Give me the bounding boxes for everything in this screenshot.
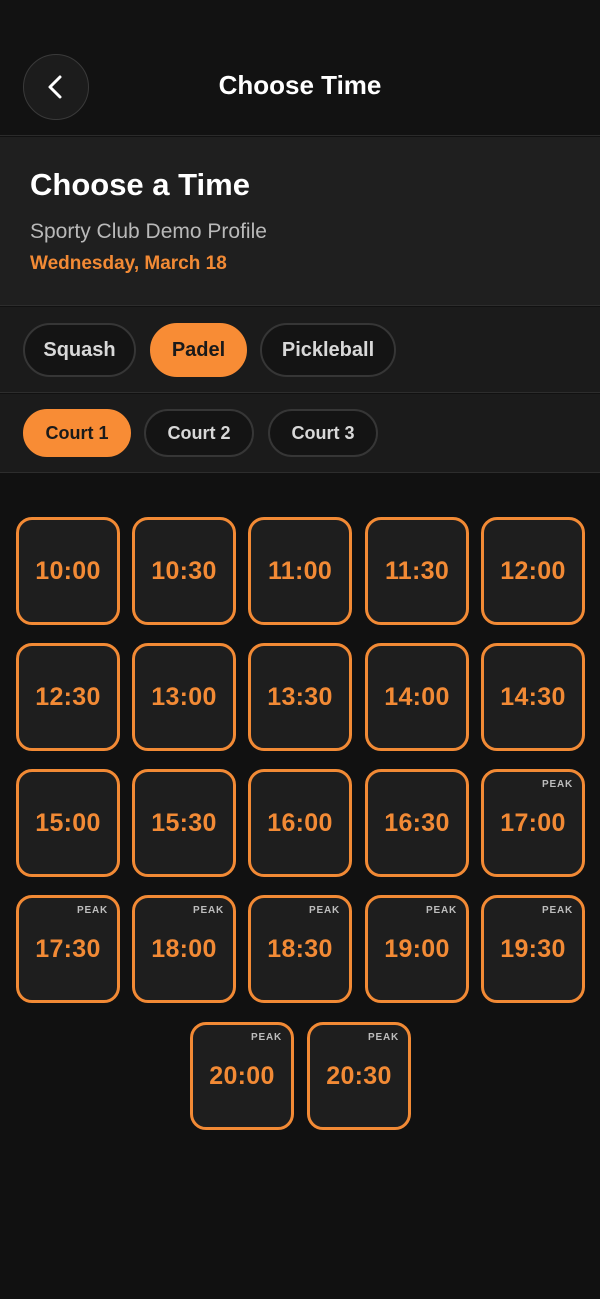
time-slot-label: 16:30 bbox=[384, 808, 450, 837]
time-slot[interactable]: 18:00 PEAK bbox=[132, 895, 236, 1003]
time-slot[interactable]: 19:30 PEAK bbox=[481, 895, 585, 1003]
time-slot-label: 17:00 bbox=[500, 808, 566, 837]
page-title: Choose a Time bbox=[30, 167, 250, 202]
peak-badge: PEAK bbox=[251, 1032, 282, 1043]
time-slot-label: 18:30 bbox=[267, 934, 333, 963]
time-slot[interactable]: 13:00 bbox=[132, 643, 236, 751]
court-tab-1[interactable]: Court 1 bbox=[23, 409, 131, 457]
time-slot[interactable]: 10:30 bbox=[132, 517, 236, 625]
time-slot-label: 18:00 bbox=[151, 934, 217, 963]
court-tab-3[interactable]: Court 3 bbox=[268, 409, 378, 457]
time-slot-label: 19:30 bbox=[500, 934, 566, 963]
time-slot[interactable]: 18:30 PEAK bbox=[248, 895, 352, 1003]
time-slot[interactable]: 14:30 bbox=[481, 643, 585, 751]
info-panel: Choose a Time Sporty Club Demo Profile W… bbox=[0, 137, 600, 306]
time-slot-label: 15:30 bbox=[151, 808, 217, 837]
peak-badge: PEAK bbox=[193, 905, 224, 916]
time-slot[interactable]: 20:00 PEAK bbox=[190, 1022, 294, 1130]
time-slot[interactable]: 12:30 bbox=[16, 643, 120, 751]
time-slot-label: 20:00 bbox=[209, 1061, 275, 1090]
sport-tab-padel[interactable]: Padel bbox=[150, 323, 247, 377]
time-slot-label: 12:30 bbox=[35, 682, 101, 711]
sport-tab-squash[interactable]: Squash bbox=[23, 323, 136, 377]
time-slot[interactable]: 13:30 bbox=[248, 643, 352, 751]
time-slot[interactable]: 17:00 PEAK bbox=[481, 769, 585, 877]
time-slot[interactable]: 12:00 bbox=[481, 517, 585, 625]
time-slot-label: 13:30 bbox=[267, 682, 333, 711]
time-slot-label: 14:30 bbox=[500, 682, 566, 711]
time-slot-label: 10:30 bbox=[151, 556, 217, 585]
time-slot[interactable]: 17:30 PEAK bbox=[16, 895, 120, 1003]
time-slot-label: 10:00 bbox=[35, 556, 101, 585]
time-slot-label: 12:00 bbox=[500, 556, 566, 585]
peak-badge: PEAK bbox=[426, 905, 457, 916]
time-slot-label: 20:30 bbox=[326, 1061, 392, 1090]
time-slot[interactable]: 11:30 bbox=[365, 517, 469, 625]
time-slot[interactable]: 16:00 bbox=[248, 769, 352, 877]
time-slot-label: 19:00 bbox=[384, 934, 450, 963]
time-slot-label: 13:00 bbox=[151, 682, 217, 711]
time-slot-label: 14:00 bbox=[384, 682, 450, 711]
time-slot[interactable]: 19:00 PEAK bbox=[365, 895, 469, 1003]
time-slot-label: 16:00 bbox=[267, 808, 333, 837]
time-slot[interactable]: 15:30 bbox=[132, 769, 236, 877]
time-slot-label: 17:30 bbox=[35, 934, 101, 963]
peak-badge: PEAK bbox=[542, 779, 573, 790]
time-slot[interactable]: 10:00 bbox=[16, 517, 120, 625]
court-selector: Court 1 Court 2 Court 3 bbox=[0, 394, 600, 473]
club-name: Sporty Club Demo Profile bbox=[30, 220, 267, 243]
time-slot[interactable]: 15:00 bbox=[16, 769, 120, 877]
sport-tab-pickleball[interactable]: Pickleball bbox=[260, 323, 396, 377]
time-slot[interactable]: 16:30 bbox=[365, 769, 469, 877]
time-slot[interactable]: 14:00 bbox=[365, 643, 469, 751]
selected-date: Wednesday, March 18 bbox=[30, 253, 227, 274]
peak-badge: PEAK bbox=[368, 1032, 399, 1043]
peak-badge: PEAK bbox=[309, 905, 340, 916]
time-slot[interactable]: 11:00 bbox=[248, 517, 352, 625]
time-slot-label: 11:00 bbox=[267, 556, 333, 585]
top-bar: Choose Time bbox=[0, 0, 600, 136]
court-tab-2[interactable]: Court 2 bbox=[144, 409, 254, 457]
peak-badge: PEAK bbox=[542, 905, 573, 916]
peak-badge: PEAK bbox=[77, 905, 108, 916]
time-slot-label: 15:00 bbox=[35, 808, 101, 837]
screen-title: Choose Time bbox=[218, 70, 382, 100]
time-slot[interactable]: 20:30 PEAK bbox=[307, 1022, 411, 1130]
sport-selector: Squash Padel Pickleball bbox=[0, 307, 600, 393]
time-slot-label: 11:30 bbox=[384, 556, 450, 585]
